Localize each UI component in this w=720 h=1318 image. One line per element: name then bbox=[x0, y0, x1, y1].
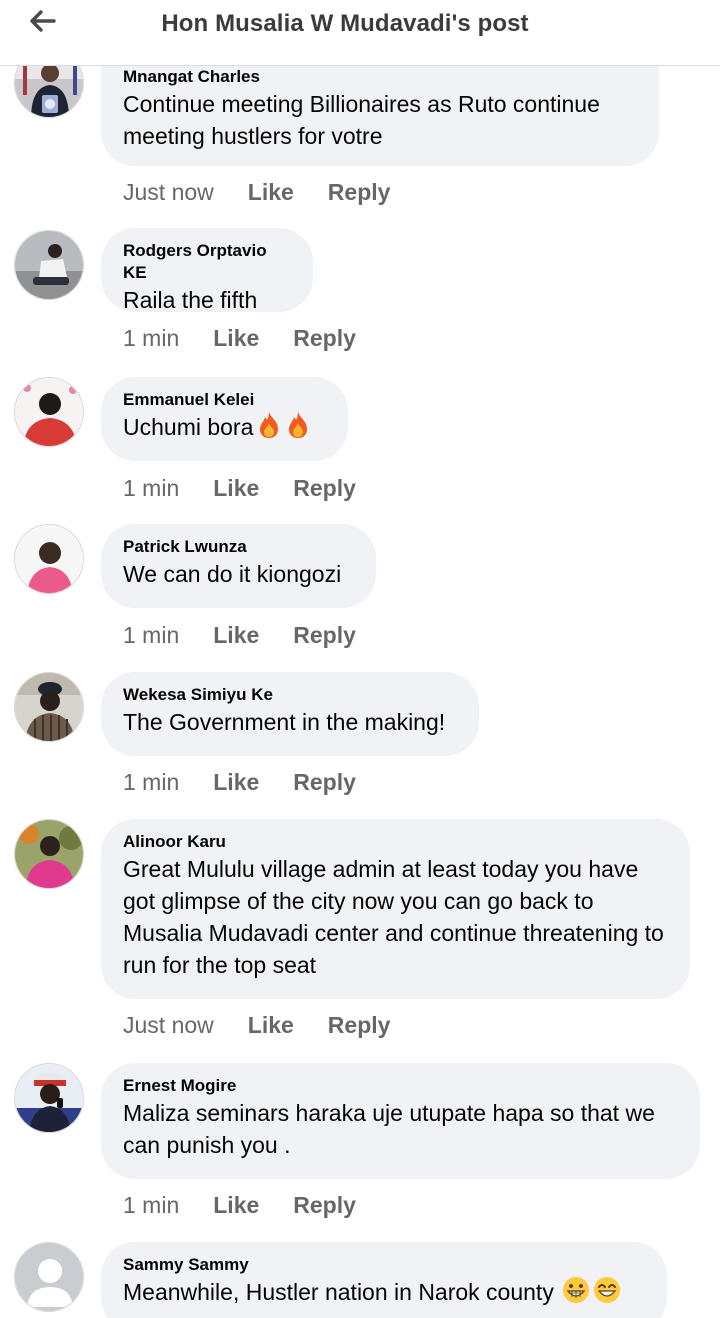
comment-author[interactable]: Wekesa Simiyu Ke bbox=[123, 684, 457, 706]
comment-text: Maliza seminars haraka uje utupate hapa … bbox=[123, 1100, 655, 1158]
person-silhouette-icon bbox=[15, 1243, 83, 1311]
comment-author[interactable]: Rodgers Orptavio KE bbox=[123, 240, 291, 284]
comment-bubble: Patrick Lwunza We can do it kiongozi bbox=[101, 524, 376, 608]
comment-text: Great Mululu village admin at least toda… bbox=[123, 856, 664, 978]
like-button[interactable]: Like bbox=[248, 179, 294, 206]
comment-author[interactable]: Mnangat Charles bbox=[123, 66, 637, 88]
avatar[interactable] bbox=[14, 672, 84, 742]
comment-text: Meanwhile, Hustler nation in Narok count… bbox=[123, 1276, 645, 1308]
comment-bubble: Sammy Sammy Meanwhile, Hustler nation in… bbox=[101, 1242, 667, 1318]
avatar[interactable] bbox=[14, 1242, 84, 1312]
comment-time[interactable]: 1 min bbox=[123, 325, 179, 352]
comment-author[interactable]: Emmanuel Kelei bbox=[123, 389, 326, 411]
comment-item: Sammy Sammy Meanwhile, Hustler nation in… bbox=[0, 1242, 720, 1318]
reply-button[interactable]: Reply bbox=[293, 325, 356, 352]
avatar[interactable] bbox=[14, 377, 84, 447]
comment-time[interactable]: 1 min bbox=[123, 475, 179, 502]
comment-item: Patrick Lwunza We can do it kiongozi 1 m… bbox=[0, 524, 720, 654]
reply-button[interactable]: Reply bbox=[293, 1192, 356, 1219]
comment-item: Rodgers Orptavio KE Raila the fifth 1 mi… bbox=[0, 228, 720, 358]
top-bar: Hon Musalia W Mudavadi's post bbox=[0, 0, 720, 66]
like-button[interactable]: Like bbox=[213, 475, 259, 502]
comment-author[interactable]: Patrick Lwunza bbox=[123, 536, 354, 558]
comment-bubble: Rodgers Orptavio KE Raila the fifth bbox=[101, 228, 313, 313]
fire-emoji bbox=[260, 412, 279, 438]
comment-bubble: Emmanuel Kelei Uchumi bora bbox=[101, 377, 348, 461]
comment-actions: Just now Like Reply bbox=[123, 1012, 424, 1039]
avatar[interactable] bbox=[14, 819, 84, 889]
reply-button[interactable]: Reply bbox=[293, 769, 356, 796]
avatar[interactable] bbox=[14, 230, 84, 300]
reply-button[interactable]: Reply bbox=[328, 179, 391, 206]
comment-text: The Government in the making! bbox=[123, 709, 446, 735]
comment-bubble: Alinoor Karu Great Mululu village admin … bbox=[101, 819, 690, 999]
like-button[interactable]: Like bbox=[213, 622, 259, 649]
comment-item: Emmanuel Kelei Uchumi bora 1 min Like Re… bbox=[0, 377, 720, 507]
like-button[interactable]: Like bbox=[213, 769, 259, 796]
comment-actions: 1 min Like Reply bbox=[123, 325, 390, 352]
reply-button[interactable]: Reply bbox=[293, 622, 356, 649]
comment-bubble: Wekesa Simiyu Ke The Government in the m… bbox=[101, 672, 479, 756]
comment-actions: 1 min Like Reply bbox=[123, 622, 390, 649]
comment-text-body: Meanwhile, Hustler nation in Narok count… bbox=[123, 1279, 554, 1305]
comment-bubble: Ernest Mogire Maliza seminars haraka uje… bbox=[101, 1063, 700, 1179]
comment-actions: 1 min Like Reply bbox=[123, 475, 390, 502]
comment-item: Alinoor Karu Great Mululu village admin … bbox=[0, 819, 720, 1047]
comment-item: Wekesa Simiyu Ke The Government in the m… bbox=[0, 672, 720, 802]
reply-button[interactable]: Reply bbox=[328, 1012, 391, 1039]
comment-text: Raila the fifth bbox=[123, 287, 258, 313]
comment-item: Mnangat Charles Continue meeting Billion… bbox=[0, 42, 720, 212]
comment-text: Uchumi bora bbox=[123, 411, 326, 443]
comment-time[interactable]: 1 min bbox=[123, 1192, 179, 1219]
fire-emoji bbox=[289, 412, 308, 438]
reply-button[interactable]: Reply bbox=[293, 475, 356, 502]
comment-time[interactable]: 1 min bbox=[123, 769, 179, 796]
avatar[interactable] bbox=[14, 524, 84, 594]
comment-time[interactable]: Just now bbox=[123, 1012, 214, 1039]
like-button[interactable]: Like bbox=[248, 1012, 294, 1039]
comment-text: We can do it kiongozi bbox=[123, 561, 342, 587]
page-title: Hon Musalia W Mudavadi's post bbox=[161, 10, 529, 37]
comment-actions: Just now Like Reply bbox=[123, 179, 424, 206]
like-button[interactable]: Like bbox=[213, 1192, 259, 1219]
comment-author[interactable]: Sammy Sammy bbox=[123, 1254, 645, 1276]
comment-actions: 1 min Like Reply bbox=[123, 1192, 390, 1219]
grinning-emoji bbox=[593, 1277, 620, 1303]
grinning-emoji bbox=[562, 1277, 589, 1303]
avatar[interactable] bbox=[14, 1063, 84, 1133]
comment-actions: 1 min Like Reply bbox=[123, 769, 390, 796]
comment-text: Continue meeting Billionaires as Ruto co… bbox=[123, 91, 600, 149]
comment-author[interactable]: Alinoor Karu bbox=[123, 831, 668, 853]
comment-text-body: Uchumi bora bbox=[123, 414, 254, 440]
comment-item: Ernest Mogire Maliza seminars haraka uje… bbox=[0, 1063, 720, 1227]
like-button[interactable]: Like bbox=[213, 325, 259, 352]
comment-time[interactable]: Just now bbox=[123, 179, 214, 206]
comment-time[interactable]: 1 min bbox=[123, 622, 179, 649]
comment-author[interactable]: Ernest Mogire bbox=[123, 1075, 678, 1097]
